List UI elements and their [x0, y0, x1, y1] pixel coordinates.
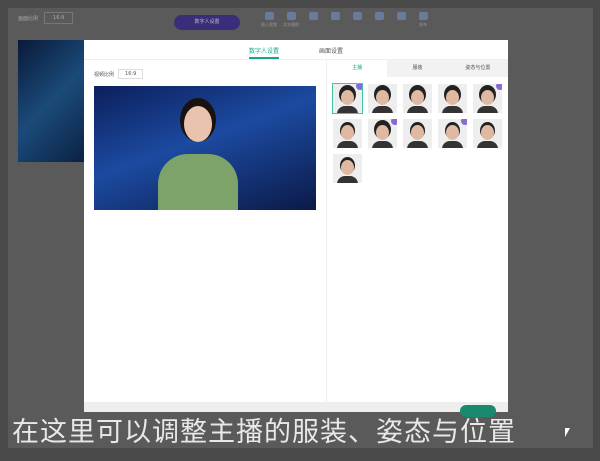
toolbar-tool[interactable] [346, 12, 368, 22]
preview-video [94, 86, 316, 210]
tab-anchor[interactable]: 主播 [327, 60, 388, 77]
avatar-face [446, 90, 459, 105]
toolbar-tool[interactable]: 文本替换 [280, 12, 302, 28]
cursor-icon [565, 428, 570, 437]
avatar-shoulders [477, 106, 498, 113]
toolbar-tool[interactable]: 发布 [412, 12, 434, 28]
avatar-shoulders [477, 141, 498, 148]
avatar-shoulders [337, 106, 358, 113]
ratio-control: 画面比例 16:9 [18, 12, 74, 24]
tool-icon [352, 12, 362, 20]
avatar-face [411, 90, 424, 105]
tool-icon [418, 12, 428, 20]
settings-modal: 数字人设置 画面设置 视频比例 16:9 主播 服装 姿态与位置 [84, 40, 508, 412]
avatar-option[interactable] [333, 154, 362, 183]
tool-icon [374, 12, 384, 20]
avatar-face [481, 125, 494, 140]
tool-icon [264, 12, 274, 20]
tool-label: 文本替换 [283, 22, 299, 27]
tool-icon [330, 12, 340, 20]
tab-digital-human[interactable]: 数字人设置 [248, 40, 279, 59]
tool-label: 发布 [419, 22, 427, 27]
toolbar-tool[interactable] [368, 12, 390, 22]
scene-thumbnail[interactable] [18, 40, 88, 162]
premium-badge-icon [496, 84, 502, 90]
premium-badge-icon [356, 84, 362, 90]
tab-outfit[interactable]: 服装 [387, 60, 448, 77]
avatar-shoulders [407, 141, 428, 148]
avatar-option[interactable] [473, 119, 502, 148]
avatar-option[interactable] [403, 84, 432, 113]
avatar-face [341, 125, 354, 140]
digital-human-settings-button[interactable]: 数字人设置 [174, 15, 240, 30]
avatar-shoulders [337, 141, 358, 148]
avatar-shoulders [337, 176, 358, 183]
tool-icon [396, 12, 406, 20]
tool-icon [308, 12, 318, 20]
avatar-option[interactable] [368, 119, 397, 148]
avatar-shoulders [372, 141, 393, 148]
tool-icon [286, 12, 296, 20]
tool-label: 插入视频 [261, 22, 277, 27]
toolbar-tool[interactable]: 插入视频 [258, 12, 280, 28]
avatar-shoulders [407, 106, 428, 113]
avatar-option[interactable] [403, 119, 432, 148]
avatar-face [411, 125, 424, 140]
avatar-shoulders [442, 106, 463, 113]
avatar-option[interactable] [333, 119, 362, 148]
toolbar-tool[interactable] [324, 12, 346, 22]
avatar-option[interactable] [438, 84, 467, 113]
avatar-shoulders [442, 141, 463, 148]
subtitle-caption: 在这里可以调整主播的服装、姿态与位置 [12, 417, 516, 448]
premium-badge-icon [391, 119, 397, 125]
avatar-option[interactable] [332, 83, 363, 114]
ratio-select[interactable]: 16:9 [44, 12, 74, 24]
avatar-face [376, 125, 389, 140]
toolbar-tool[interactable] [390, 12, 412, 22]
video-ratio-label: 视频比例 [94, 71, 115, 78]
ratio-label: 画面比例 [18, 15, 39, 22]
avatar-grid [327, 77, 508, 190]
avatar-face [446, 125, 459, 140]
avatar-face [341, 90, 354, 105]
avatar-face [481, 90, 494, 105]
toolbar-tool[interactable] [302, 12, 324, 22]
premium-badge-icon [461, 119, 467, 125]
avatar-face [341, 160, 354, 175]
tab-pose-position[interactable]: 姿态与位置 [447, 60, 508, 77]
video-ratio-select[interactable]: 16:9 [118, 69, 144, 79]
tab-scene[interactable]: 画面设置 [319, 40, 343, 59]
anchor-figure [158, 106, 238, 210]
avatar-option[interactable] [473, 84, 502, 113]
avatar-option[interactable] [368, 84, 397, 113]
avatar-shoulders [372, 106, 393, 113]
avatar-face [376, 90, 389, 105]
avatar-option[interactable] [438, 119, 467, 148]
